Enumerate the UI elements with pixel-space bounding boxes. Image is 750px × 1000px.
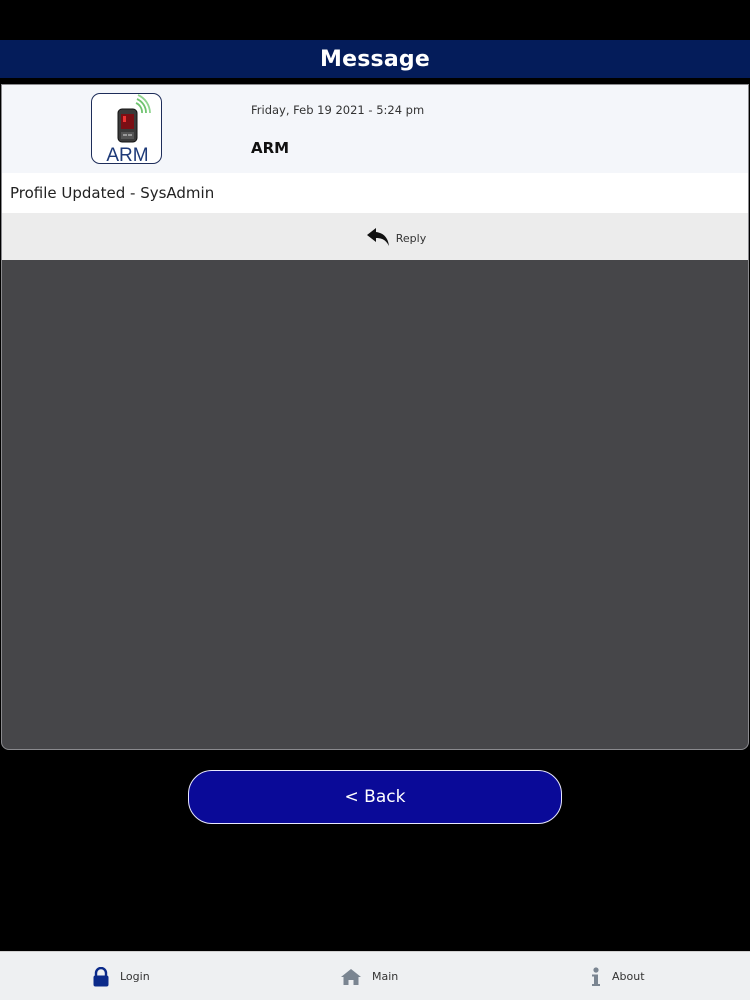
info-icon [590,966,602,987]
message-header: ARM Friday, Feb 19 2021 - 5:24 pm ARM [2,85,748,173]
home-icon [340,968,362,986]
tab-about-label: About [612,970,645,983]
message-panel: ARM Friday, Feb 19 2021 - 5:24 pm ARM Pr… [1,84,749,750]
back-button-label: < Back [344,787,406,807]
bottom-tab-bar: Login Main About [0,951,750,1000]
message-sender: ARM [251,139,290,157]
back-button[interactable]: < Back [188,770,562,824]
page-title: Message [320,46,430,72]
message-date: Friday, Feb 19 2021 - 5:24 pm [251,103,425,117]
arm-logo: ARM [91,93,162,164]
tab-login-label: Login [120,970,150,983]
message-text: Profile Updated - SysAdmin [10,184,215,202]
message-body: Profile Updated - SysAdmin [2,173,748,213]
tab-main-label: Main [372,970,399,983]
tab-about[interactable]: About [590,952,645,1000]
reply-button[interactable]: Reply [366,225,426,249]
reply-bar: Reply [2,213,748,260]
header-bar: Message [0,40,750,78]
tab-login[interactable]: Login [92,952,150,1000]
tab-main[interactable]: Main [340,952,398,1000]
logo-text: ARM [106,145,148,164]
reply-label: Reply [395,232,427,245]
lock-icon [92,966,110,987]
screen: Message ARM Friday, Feb 19 2021 - 5:24 p… [0,0,750,1000]
reply-icon [366,225,392,249]
